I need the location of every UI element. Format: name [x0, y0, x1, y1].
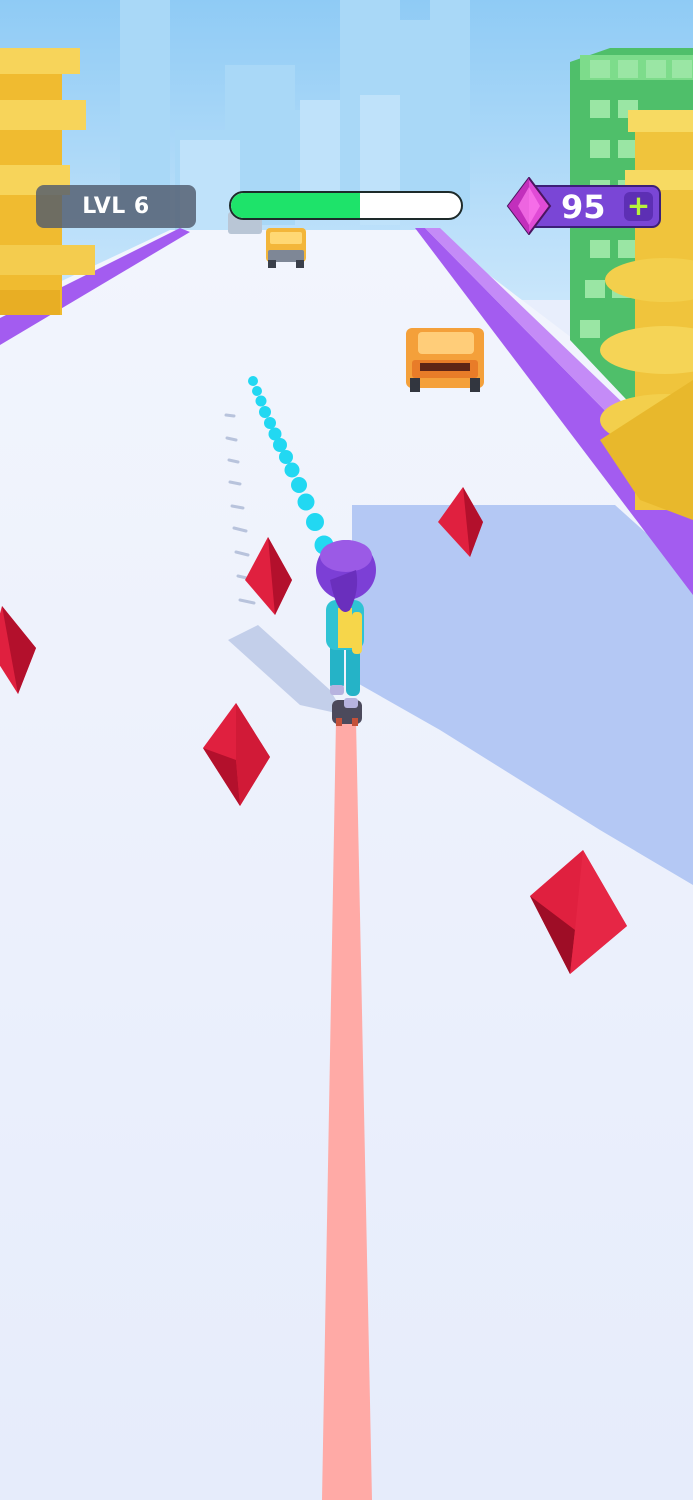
orange-car — [406, 328, 484, 392]
level-progress-fill — [231, 193, 360, 218]
gem-count: 95 — [561, 188, 606, 226]
level-label: LVL 6 — [82, 194, 150, 219]
level-progress-bar — [229, 191, 463, 220]
yellow-car-far — [266, 228, 306, 268]
plus-icon: + — [626, 189, 651, 222]
level-badge: LVL 6 — [36, 185, 196, 228]
purple-gem-icon — [506, 177, 552, 235]
add-gems-button[interactable]: + — [624, 192, 653, 221]
